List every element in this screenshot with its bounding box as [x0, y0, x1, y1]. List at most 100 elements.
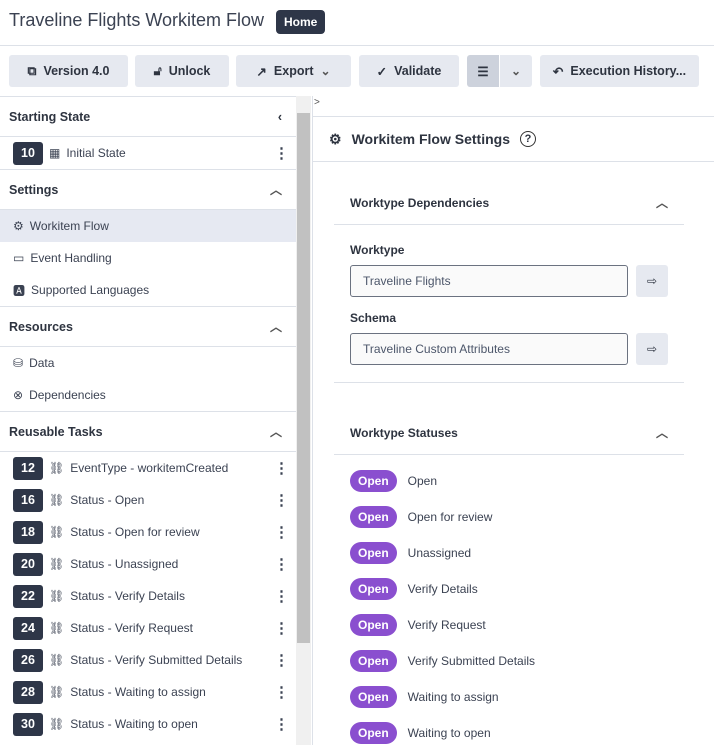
item-label: Status - Verify Request [70, 621, 193, 635]
sidebar-item-event-handling[interactable]: ▭ Event Handling [0, 242, 296, 274]
ticket-icon: ▭ [13, 251, 25, 265]
sidebar-item-workitem-flow[interactable]: ⚙ Workitem Flow [0, 210, 296, 242]
status-name: Open [407, 474, 438, 488]
status-badge: Open [350, 722, 397, 744]
item-label: Supported Languages [31, 283, 150, 297]
status-item: Open Verify Request [334, 607, 684, 643]
schema-input[interactable] [350, 333, 628, 365]
more-options-icon[interactable]: ⋮ [274, 525, 289, 540]
unlock-button[interactable]: 🔓︎ Unlock [135, 55, 229, 87]
item-label: Status - Open for review [70, 525, 200, 539]
history-icon: ↶ [552, 64, 564, 79]
chevron-down-icon: ⌄ [320, 64, 331, 78]
task-item[interactable]: 30 ⛓ Status - Waiting to open ⋮ [0, 708, 296, 740]
status-item: Open Verify Details [334, 571, 684, 607]
task-item[interactable]: 12 ⛓ EventType - workitemCreated ⋮ [0, 452, 296, 484]
panel-title: Workitem Flow Settings [351, 131, 510, 147]
sign-in-icon: ⇨ [646, 274, 658, 288]
sidebar-item-data[interactable]: ⛁ Data [0, 347, 296, 379]
check-icon: ✓ [376, 64, 388, 79]
export-button[interactable]: ↗ Export ⌄ [236, 55, 351, 87]
language-icon: 🅰︎ [13, 283, 26, 298]
section-title: Starting State [9, 109, 91, 124]
status-name: Waiting to open [407, 726, 491, 740]
more-options-icon[interactable]: ⋮ [274, 589, 289, 604]
reusable-tasks-header[interactable]: Reusable Tasks ︿ [0, 412, 296, 452]
chevron-up-icon[interactable]: ︿ [270, 318, 282, 335]
section-title: Worktype Statuses [350, 425, 458, 440]
status-badge: Open [350, 578, 397, 600]
more-options-icon[interactable]: ⋮ [274, 653, 289, 668]
worktype-dependencies-section: Worktype Dependencies ︿ Worktype ⇨ Schema… [334, 181, 684, 383]
sidebar-item-supported-languages[interactable]: 🅰︎ Supported Languages [0, 274, 296, 307]
task-item[interactable]: 28 ⛓ Status - Waiting to assign ⋮ [0, 676, 296, 708]
copy-icon: ⧉ [27, 63, 37, 78]
section-title: Resources [9, 319, 73, 334]
expand-toggle[interactable]: > [314, 97, 320, 108]
settings-header[interactable]: Settings ︿ [0, 170, 296, 210]
more-options-icon[interactable]: ⋮ [274, 461, 289, 476]
execution-history-button[interactable]: ↶ Execution History... [540, 55, 699, 87]
validate-label: Validate [394, 64, 442, 78]
navigate-to-schema-button[interactable]: ⇨ [636, 333, 668, 365]
status-badge: Open [350, 542, 397, 564]
worktype-input[interactable] [350, 265, 628, 297]
gears-icon: ⚙ [329, 130, 342, 147]
chevron-down-icon: ⌄ [510, 64, 522, 78]
help-icon[interactable]: ? [520, 131, 536, 147]
task-item[interactable]: 18 ⛓ Status - Open for review ⋮ [0, 516, 296, 548]
version-button[interactable]: ⧉ Version 4.0 [9, 55, 128, 87]
execution-history-label: Execution History... [570, 64, 687, 78]
step-number: 28 [13, 680, 43, 704]
resources-header[interactable]: Resources ︿ [0, 307, 296, 347]
task-item[interactable]: 24 ⛓ Status - Verify Request ⋮ [0, 612, 296, 644]
section-title: Reusable Tasks [9, 424, 103, 439]
more-options-icon[interactable]: ⋮ [274, 717, 289, 732]
chevron-up-icon[interactable]: ︿ [656, 194, 668, 211]
scrollbar-thumb[interactable] [297, 113, 310, 643]
more-options-icon[interactable]: ⋮ [274, 146, 289, 161]
section-header[interactable]: Worktype Statuses ︿ [334, 411, 684, 455]
status-item: Open Open for review [334, 499, 684, 535]
section-header[interactable]: Worktype Dependencies ︿ [334, 181, 684, 225]
chevron-up-icon[interactable]: ︿ [270, 423, 282, 440]
gears-icon: ⚙ [13, 219, 24, 233]
item-label: Dependencies [29, 388, 106, 402]
status-item: Open Waiting to assign [334, 679, 684, 715]
step-number: 30 [13, 712, 43, 736]
navigate-to-worktype-button[interactable]: ⇨ [636, 265, 668, 297]
item-label: Status - Waiting to open [70, 717, 198, 731]
chevron-up-icon[interactable]: ︿ [656, 424, 668, 441]
chevron-left-icon[interactable]: ‹ [278, 110, 282, 124]
more-options-icon[interactable]: ⋮ [274, 557, 289, 572]
item-label: Status - Verify Details [70, 589, 185, 603]
task-item[interactable]: 16 ⛓ Status - Open ⋮ [0, 484, 296, 516]
step-number: 10 [13, 141, 43, 165]
status-name: Verify Request [407, 618, 486, 632]
step-number: 16 [13, 488, 43, 512]
chevron-up-icon[interactable]: ︿ [270, 181, 282, 198]
task-item[interactable]: 22 ⛓ Status - Verify Details ⋮ [0, 580, 296, 612]
step-number: 24 [13, 616, 43, 640]
status-name: Verify Submitted Details [407, 654, 536, 668]
unlock-icon: 🔓︎ [153, 63, 162, 78]
validate-button[interactable]: ✓ Validate [359, 55, 459, 87]
more-options-icon[interactable]: ⋮ [274, 493, 289, 508]
list-dropdown-button[interactable]: ⌄ [500, 55, 532, 87]
sidebar-item-dependencies[interactable]: ⊗ Dependencies [0, 379, 296, 412]
starting-state-header[interactable]: Starting State ‹ [0, 97, 296, 137]
sitemap-icon: ⛓ [49, 717, 65, 731]
building-icon: ▦ [49, 146, 61, 160]
numbered-list-button[interactable]: ☰ [467, 55, 499, 87]
sign-in-icon: ⇨ [646, 342, 658, 356]
sitemap-icon: ⛓ [49, 653, 65, 667]
numbered-list-icon: ☰ [477, 64, 489, 79]
task-item[interactable]: 26 ⛓ Status - Verify Submitted Details ⋮ [0, 644, 296, 676]
step-number: 18 [13, 520, 43, 544]
more-options-icon[interactable]: ⋮ [274, 621, 289, 636]
task-item[interactable]: 20 ⛓ Status - Unassigned ⋮ [0, 548, 296, 580]
initial-state-item[interactable]: 10 ▦ Initial State ⋮ [0, 137, 296, 170]
more-options-icon[interactable]: ⋮ [274, 685, 289, 700]
status-item: Open Waiting to open [334, 715, 684, 751]
home-badge[interactable]: Home [276, 10, 326, 34]
